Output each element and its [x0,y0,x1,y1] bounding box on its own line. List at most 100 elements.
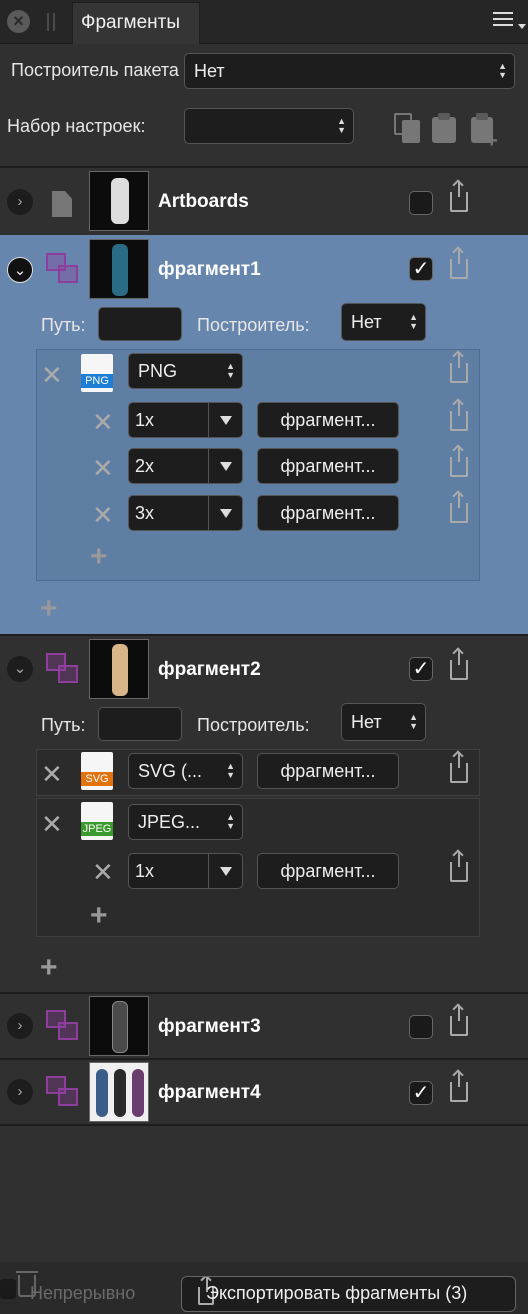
expand-chevron-icon[interactable]: › [7,189,33,215]
format-select[interactable]: JPEG... ▲ ▼ [128,804,243,840]
builder-select[interactable]: Нет ▲ ▼ [341,303,426,341]
export-share-icon[interactable] [450,851,468,882]
fragment-name-button[interactable]: фрагмент... [257,753,399,789]
slice-icon [46,1076,78,1106]
updown-icon: ▲ ▼ [498,61,507,80]
fragment-name-button[interactable]: фрагмент... [257,495,399,531]
format-select[interactable]: PNG ▲ ▼ [128,353,243,389]
artboard-icon [52,191,72,217]
export-checkbox[interactable]: ✓ [409,257,433,281]
export-share-icon[interactable] [450,400,468,431]
continuous-checkbox[interactable] [0,1279,16,1299]
panel-tab-bar: × Фрагменты [0,0,528,44]
tab-fragments[interactable]: Фрагменты [72,2,200,44]
export-checkbox[interactable] [409,1015,433,1039]
expand-chevron-icon[interactable]: › [7,1079,33,1105]
fragment-name-button[interactable]: фрагмент... [257,853,399,889]
builder-select-value: Нет [351,312,382,332]
preset-select[interactable]: ▲ ▼ [184,108,354,144]
scale-value: 1x [135,861,155,881]
row-fragment4[interactable]: › фрагмент4 ✓ [0,1060,528,1124]
remove-scale-icon[interactable]: ✕ [92,409,114,435]
path-field[interactable] [98,307,182,341]
export-checkbox[interactable]: ✓ [409,1081,433,1105]
artboards-thumbnail [89,171,149,231]
export-checkbox[interactable] [409,191,433,215]
slice-icon [46,653,78,683]
divider [0,1124,528,1126]
continuous-label: Непрерывно [30,1283,136,1303]
format-select-value: PNG [138,361,178,381]
export-share-icon[interactable] [450,181,468,212]
row-fragment2[interactable]: ⌄ фрагмент2 ✓ Путь: Построитель: Нет ▲ ▼ … [0,636,528,992]
collapse-chevron-icon[interactable]: ⌄ [7,656,33,682]
slice-icon [46,1010,78,1040]
drag-handle-icon[interactable] [47,13,55,31]
format-select[interactable]: SVG (... ▲ ▼ [128,753,243,789]
row-fragment1[interactable]: ⌄ фрагмент1 ✓ Путь: Построитель: Нет ▲ ▼ … [0,235,528,634]
export-fragments-button[interactable]: Экспортировать фрагменты (3) [181,1276,516,1312]
row-name: фрагмент4 [158,1082,261,1103]
builder-select-value: Нет [351,712,382,732]
add-format-icon[interactable]: + [40,594,58,624]
add-preset-icon[interactable]: + [471,113,501,151]
builder-select[interactable]: Нет ▲ ▼ [341,703,426,741]
export-share-icon[interactable] [450,446,468,477]
export-share-icon[interactable] [450,752,468,783]
scale-dropdown[interactable]: 1x [128,402,243,438]
scale-dropdown[interactable]: 3x [128,495,243,531]
add-scale-icon[interactable]: + [90,542,108,572]
export-share-icon[interactable] [450,492,468,523]
remove-scale-icon[interactable]: ✕ [92,502,114,528]
export-share-icon[interactable] [450,352,468,383]
remove-scale-icon[interactable]: ✕ [92,455,114,481]
updown-icon: ▲ ▼ [337,116,346,135]
updown-icon: ▲ ▼ [409,712,418,731]
jpeg-file-icon: JPEG [81,802,113,840]
svg-tag: SVG [81,772,113,786]
panel-menu-icon[interactable] [493,12,513,26]
scale-value: 1x [135,410,155,430]
scale-dropdown[interactable]: 2x [128,448,243,484]
export-share-icon[interactable] [450,248,468,279]
dropdown-arrow-icon [208,403,242,437]
expand-chevron-icon[interactable]: › [7,1013,33,1039]
builder-select[interactable]: Нет ▲ ▼ [184,53,515,89]
scale-dropdown[interactable]: 1x [128,853,243,889]
preset-label: Набор настроек: [7,116,146,136]
row-fragment3[interactable]: › фрагмент3 [0,994,528,1058]
export-share-icon[interactable] [450,649,468,680]
collapse-chevron-icon[interactable]: ⌄ [7,257,33,283]
remove-format-icon[interactable]: ✕ [41,362,63,388]
row-artboards[interactable]: › Artboards [0,168,528,235]
png-tag: PNG [81,374,113,388]
add-format-icon[interactable]: + [40,953,58,983]
export-share-icon[interactable] [450,1005,468,1036]
scale-value: 3x [135,503,155,523]
builder-label: Построитель: [197,315,310,335]
remove-format-icon[interactable]: ✕ [41,811,63,837]
fragment-name-button[interactable]: фрагмент... [257,448,399,484]
fragment3-thumbnail [89,996,149,1056]
path-field[interactable] [98,707,182,741]
dropdown-arrow-icon [208,449,242,483]
add-scale-icon[interactable]: + [90,901,108,931]
path-label: Путь: [41,715,86,735]
paste-preset-icon[interactable] [432,113,456,143]
jpeg-tag: JPEG [81,822,113,836]
copy-preset-icon[interactable] [394,113,422,143]
export-checkbox[interactable]: ✓ [409,657,433,681]
fragment1-thumbnail [89,239,149,299]
remove-scale-icon[interactable]: ✕ [92,859,114,885]
chevron-down-icon [518,24,526,29]
close-panel-icon[interactable]: × [7,10,30,33]
fragment-name-button[interactable]: фрагмент... [257,402,399,438]
updown-icon: ▲ ▼ [226,812,235,831]
builder-select-value: Нет [194,61,225,81]
row-name: Artboards [158,191,249,212]
updown-icon: ▲ ▼ [226,761,235,780]
export-share-icon[interactable] [450,1071,468,1102]
svg-file-icon: SVG [81,752,113,790]
dropdown-arrow-icon [208,854,242,888]
remove-format-icon[interactable]: ✕ [41,761,63,787]
